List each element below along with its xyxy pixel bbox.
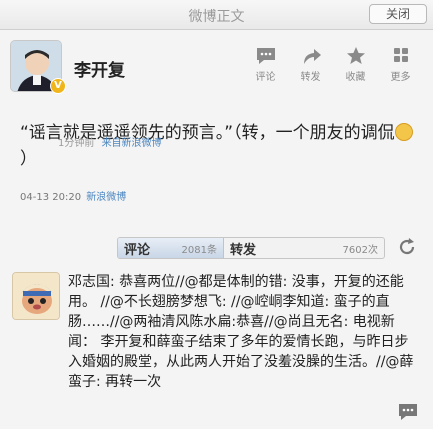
title-bar: 微博正文 关闭 — [0, 0, 433, 30]
more-icon — [393, 48, 408, 62]
more-action-button[interactable]: 更多 — [378, 46, 423, 83]
repost-action-label: 转发 — [300, 72, 321, 83]
repost-action-button[interactable]: 转发 — [288, 46, 333, 83]
tab-comments-count: 2081条 — [181, 244, 217, 256]
favorite-action-label: 收藏 — [345, 72, 366, 83]
post-text-end: ） — [20, 149, 37, 169]
post-meta: 04-13 20:20 新浪微博 — [20, 188, 126, 203]
tab-reposts-label: 转发 — [230, 242, 257, 258]
close-button[interactable]: 关闭 — [369, 4, 427, 24]
post-actions: 评论 转发 收藏 更多 — [243, 46, 423, 83]
repost-icon — [303, 49, 321, 64]
comment-action-label: 评论 — [255, 72, 276, 83]
comment-text: 邓志国: 恭喜两位//@都是体制的错: 没事，开复的还能用。 //@不长翅膀梦想… — [68, 274, 414, 390]
comment-meta: 1分钟前 来自新浪微博 — [58, 134, 162, 149]
tab-reposts-count: 7602次 — [342, 244, 378, 256]
comment-repost-tabs: 评论 2081条 转发 7602次 — [117, 237, 385, 259]
comment-action-button[interactable]: 评论 — [243, 46, 288, 83]
favorite-action-button[interactable]: 收藏 — [333, 46, 378, 83]
tab-comments-label: 评论 — [124, 242, 151, 258]
laughing-emoji-icon — [394, 123, 413, 141]
more-action-label: 更多 — [390, 72, 411, 83]
commenter-avatar[interactable] — [12, 272, 60, 320]
post-source-link[interactable]: 新浪微博 — [86, 192, 126, 203]
comment-source-link[interactable]: 来自新浪微博 — [102, 138, 162, 149]
author-avatar-block[interactable]: V — [10, 40, 66, 94]
tab-comments[interactable]: 评论 2081条 — [118, 238, 224, 258]
comment-icon — [256, 48, 275, 64]
post-time: 04-13 20:20 — [20, 192, 82, 203]
author-name[interactable]: 李开复 — [74, 56, 125, 81]
comment-time: 1分钟前 — [58, 138, 95, 149]
refresh-icon[interactable] — [397, 237, 417, 257]
favorite-star-icon — [346, 47, 365, 64]
comment-item: 邓志国: 恭喜两位//@都是体制的错: 没事，开复的还能用。 //@不长翅膀梦想… — [12, 272, 422, 402]
tab-reposts[interactable]: 转发 7602次 — [224, 238, 384, 258]
verified-badge: V — [50, 78, 66, 94]
reply-comment-icon[interactable] — [397, 402, 419, 422]
